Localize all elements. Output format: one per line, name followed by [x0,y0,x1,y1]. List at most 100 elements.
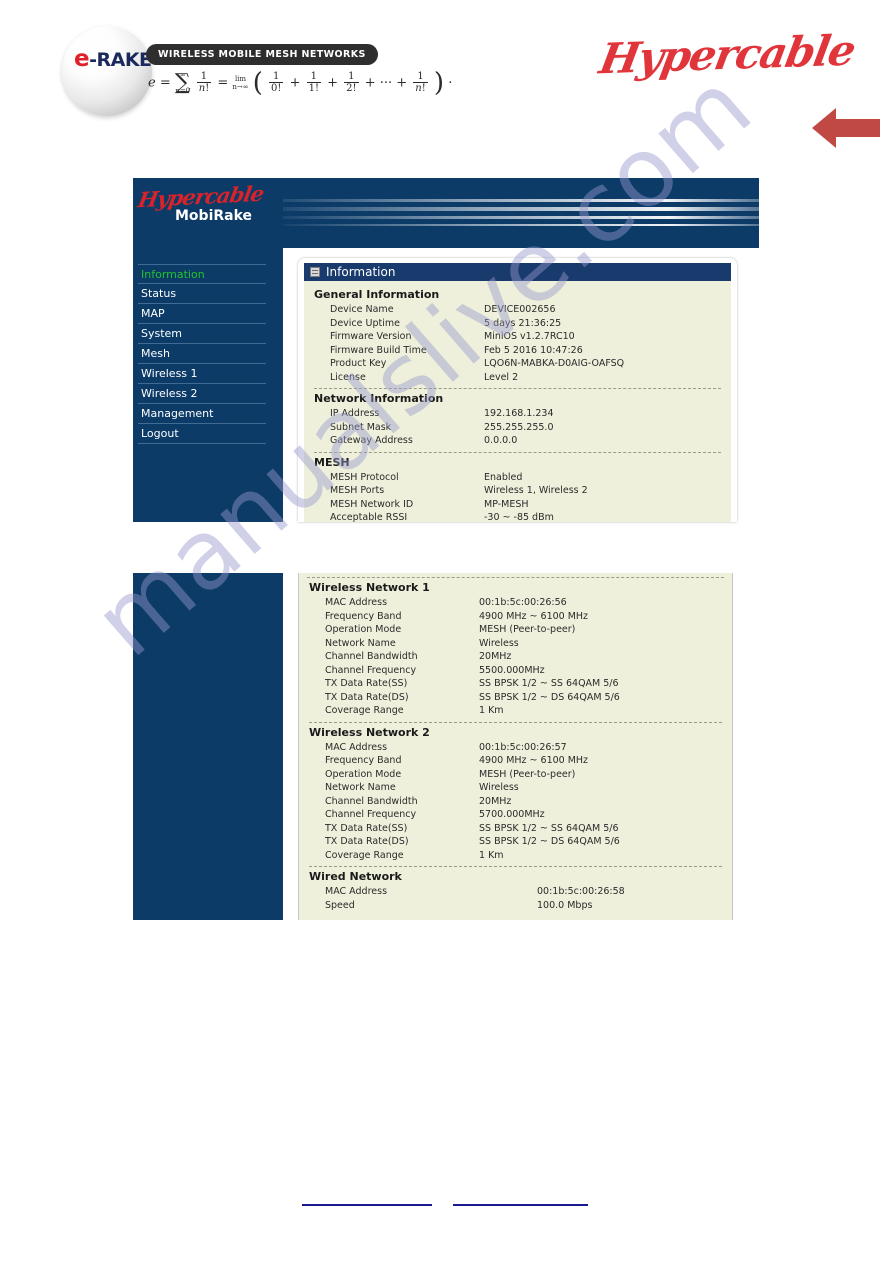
fraction-1-1fact: 1 1! [306,71,321,94]
sidebar-item-wireless-2[interactable]: Wireless 2 [138,384,266,404]
row-key: License [330,371,366,383]
info-row: Firmware Build Time Feb 5 2016 10:47:26 [312,344,723,358]
row-value: 192.168.1.234 [484,408,554,419]
row-key: Network Name [325,637,396,649]
row-value: -30 ~ -85 dBm [484,512,554,522]
fraction-1-0fact: 1 0! [269,71,284,94]
panel-body: Wireless Network 1 MAC Address 00:1b:5c:… [299,573,732,920]
limit-label: lim n→∞ [232,75,249,91]
row-key: Frequency Band [325,610,402,622]
manual-page: e-RAKE WIRELESS MOBILE MESH NETWORKS e =… [0,0,893,1263]
row-key: Subnet Mask [330,421,392,433]
row-value: 1 Km [479,849,504,861]
row-key: Device Uptime [330,317,400,329]
erake-letter-rake: -RAKE [89,49,152,71]
math-formula: e = ∞ ∑ n=0 1 n! = lim n→∞ ( 1 0! + 1 1! + 1 2!… [148,68,453,98]
info-row: Channel Bandwidth 20MHz [307,650,724,664]
row-key: Network Name [325,782,396,793]
row-key: Product Key [330,358,387,369]
sidebar-item-status[interactable]: Status [138,284,266,304]
row-value: 00:1b:5c:00:26:56 [479,597,567,608]
row-key: Operation Mode [325,624,402,635]
section-heading-wireless-1: Wireless Network 1 [309,581,430,594]
sidebar-brand: Hypercable MobiRake [133,178,283,246]
tagline-badge: WIRELESS MOBILE MESH NETWORKS [146,44,378,65]
row-key: Operation Mode [325,768,402,780]
banner-streak [243,199,759,202]
info-row: Operation Mode MESH (Peer-to-peer) [307,768,724,782]
section-divider [314,451,721,453]
section-divider [314,388,721,389]
section-divider [307,577,724,578]
row-value: Wireless [479,782,519,793]
info-row: MESH Protocol Enabled [312,471,723,485]
section-heading-wired: Wired Network [309,870,402,883]
info-row: MESH Network ID MP-MESH [312,498,723,512]
info-row: Coverage Range 1 Km [307,704,724,718]
sidebar-item-wireless-1[interactable]: Wireless 1 [138,364,266,384]
row-key: MAC Address [325,741,388,753]
sidebar-item-system[interactable]: System [138,324,266,344]
row-value: SS BPSK 1/2 ~ DS 64QAM 5/6 [479,691,620,703]
row-key: TX Data Rate(SS) [325,678,408,689]
sidebar-item-management[interactable]: Management [138,404,266,424]
row-value: Level 2 [484,371,519,383]
section-divider [309,721,722,723]
info-row: MAC Address 00:1b:5c:00:26:58 [307,885,724,899]
row-key: Acceptable RSSI [330,512,408,522]
row-value: 255.255.255.0 [484,421,554,433]
sidebar-item-map[interactable]: MAP [138,304,266,324]
info-row: Frequency Band 4900 MHz ~ 6100 MHz [307,754,724,768]
row-value: 20MHz [479,795,512,807]
info-row: License Level 2 [312,371,723,385]
sum-limits: ∞ ∑ n=0 [174,70,191,95]
info-row: TX Data Rate(SS) SS BPSK 1/2 ~ SS 64QAM … [307,677,724,691]
section-heading-wireless-2: Wireless Network 2 [309,725,430,739]
section-heading-mesh: MESH [314,455,350,469]
row-value: MESH (Peer-to-peer) [479,768,576,780]
footer-link-underline-1[interactable] [302,1204,432,1206]
row-key: TX Data Rate(DS) [325,691,409,703]
sidebar-nav: Information Status MAP System Mesh Wirel… [138,264,266,444]
row-key: TX Data Rate(SS) [325,822,408,834]
info-row: Channel Frequency 5700.000MHz [307,808,724,822]
row-value: Wireless 1, Wireless 2 [484,485,588,496]
sidebar-item-logout[interactable]: Logout [138,424,266,444]
panel-title-label: Information [326,265,396,279]
info-row: Network Name Wireless [307,637,724,651]
row-key: MESH Network ID [330,498,414,510]
row-key: Channel Frequency [325,664,417,676]
row-value: 0.0.0.0 [484,435,518,446]
info-row: Coverage Range 1 Km [307,849,724,863]
info-row: Product Key LQO6N-MABKA-D0AIG-OAFSQ [312,357,723,371]
info-row: TX Data Rate(DS) SS BPSK 1/2 ~ DS 64QAM … [307,835,724,849]
row-key: MAC Address [325,597,388,608]
panel-title-bar: Information [304,263,731,281]
row-value: 5500.000MHz [479,664,545,676]
sidebar-item-mesh[interactable]: Mesh [138,344,266,364]
info-row: MAC Address 00:1b:5c:00:26:57 [307,741,724,755]
info-row: Gateway Address 0.0.0.0 [312,434,723,448]
section-heading-general: General Information [314,288,440,301]
info-row: MESH Ports Wireless 1, Wireless 2 [312,484,723,498]
info-row: TX Data Rate(SS) SS BPSK 1/2 ~ SS 64QAM … [307,822,724,836]
information-panel: Information General Information Device N… [298,258,737,522]
row-key: Speed [325,899,355,911]
list-icon [310,267,320,277]
row-key: IP Address [330,408,380,419]
row-key: Firmware Version [330,331,412,342]
row-key: Channel Bandwidth [325,651,418,662]
panel-body: General Information Device Name DEVICE00… [304,281,731,522]
page-header: e-RAKE WIRELESS MOBILE MESH NETWORKS e =… [0,0,893,170]
info-row: Operation Mode MESH (Peer-to-peer) [307,623,724,637]
row-key: Channel Frequency [325,809,417,820]
row-key: TX Data Rate(DS) [325,836,409,847]
sidebar-item-information[interactable]: Information [138,264,266,284]
row-value: 00:1b:5c:00:26:57 [479,741,567,753]
footer-link-underline-2[interactable] [453,1204,588,1206]
row-key: Device Name [330,304,394,315]
section-heading-network: Network Information [314,392,444,405]
section-divider [309,866,722,867]
row-value: Feb 5 2016 10:47:26 [484,344,583,356]
row-key: MAC Address [325,886,388,897]
